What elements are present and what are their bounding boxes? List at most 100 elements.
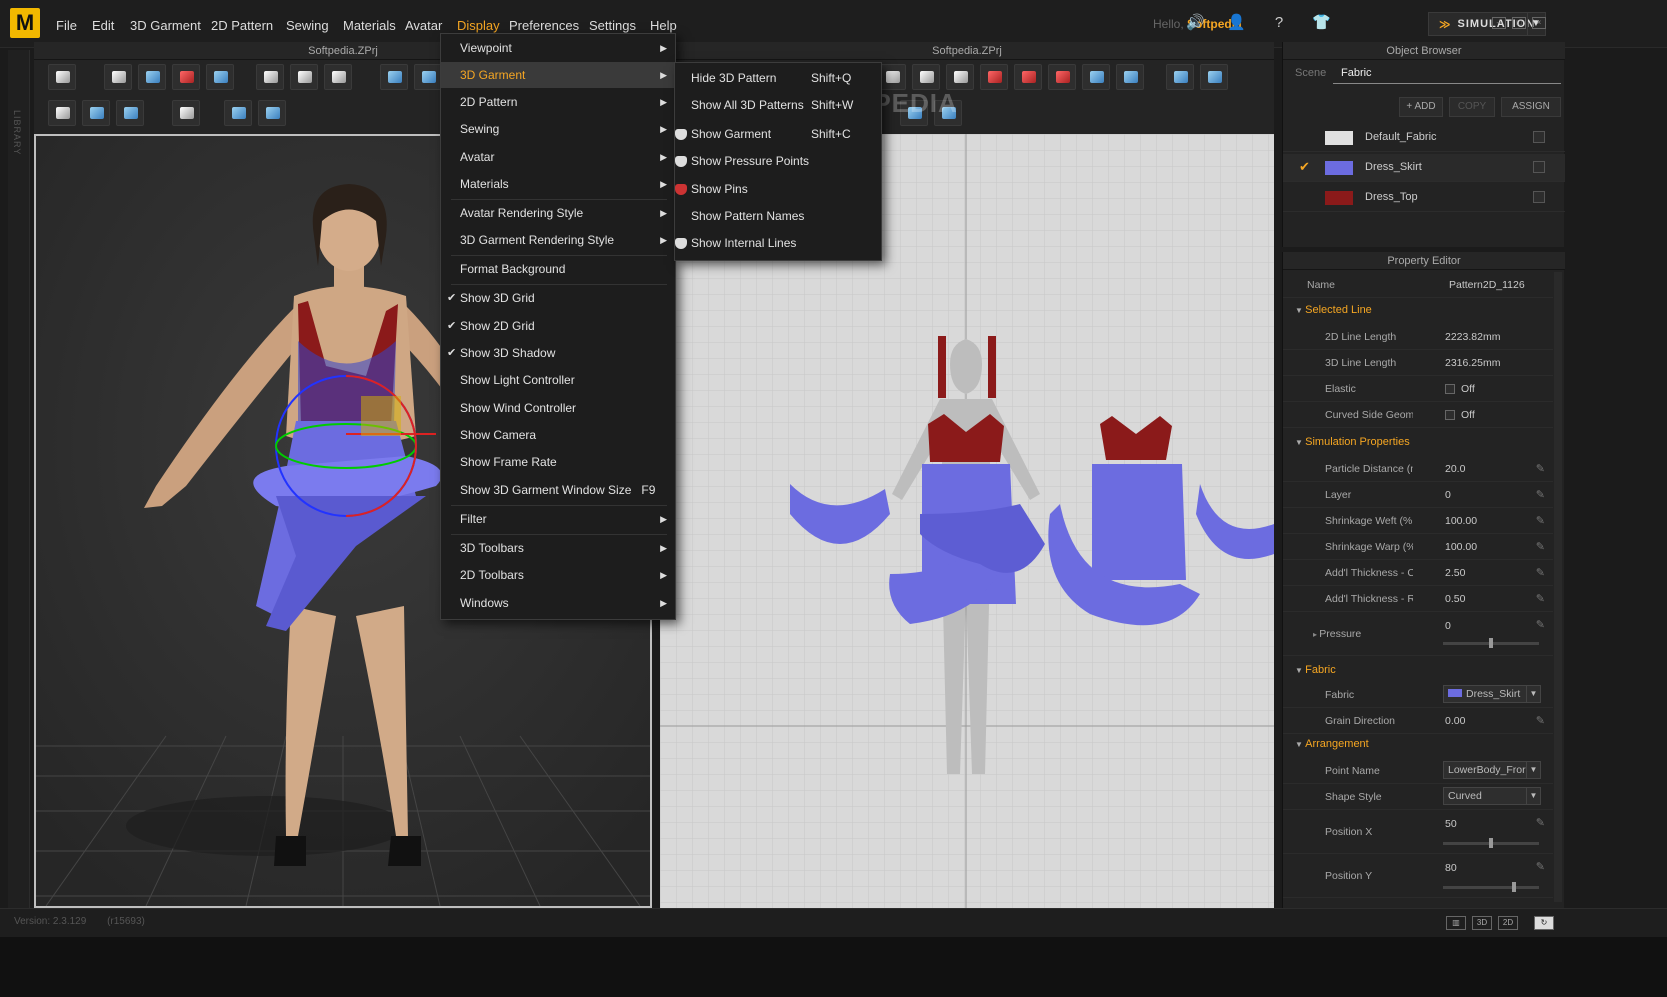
circle-button[interactable] (946, 64, 974, 90)
slider-handle[interactable] (1512, 882, 1516, 892)
menu-help[interactable]: Help (650, 18, 677, 33)
select-pattern-button[interactable] (224, 100, 252, 126)
prop-value[interactable]: 100.00 (1445, 541, 1477, 553)
position-y-slider[interactable] (1443, 882, 1539, 892)
menu-preferences[interactable]: Preferences (509, 18, 579, 33)
section-arrangement[interactable]: Arrangement (1295, 738, 1369, 750)
tack-button[interactable] (290, 64, 318, 90)
pencil-icon[interactable]: ✎ (1536, 540, 1545, 553)
curved-checkbox[interactable]: Off (1445, 409, 1475, 421)
chevron-down-icon[interactable]: ▼ (1526, 788, 1540, 804)
elastic-checkbox[interactable]: Off (1445, 383, 1475, 395)
pencil-icon[interactable]: ✎ (1536, 488, 1545, 501)
select-move-button[interactable] (104, 64, 132, 90)
prop-value[interactable]: 0.00 (1445, 715, 1465, 727)
submenu-item-show-pattern-names[interactable]: Show Pattern Names (675, 203, 881, 229)
prop-value[interactable]: 20.0 (1445, 463, 1465, 475)
fabric-select[interactable]: Dress_Skirt ▼ (1443, 685, 1541, 703)
segment-sewing-button[interactable] (980, 64, 1008, 90)
rectangle-button[interactable] (912, 64, 940, 90)
pencil-icon[interactable]: ✎ (1536, 462, 1545, 475)
pencil-icon[interactable]: ✎ (1536, 592, 1545, 605)
menu-item-show-3d-shadow[interactable]: ✔ Show 3D Shadow (441, 340, 675, 366)
refresh-icon[interactable]: ↻ (1534, 916, 1554, 930)
chevron-down-icon[interactable]: ▼ (1526, 686, 1540, 702)
edit-icon[interactable] (1533, 191, 1545, 203)
fold-arrange-button[interactable] (1082, 64, 1110, 90)
measure-button[interactable] (172, 100, 200, 126)
app-logo[interactable]: M (10, 8, 40, 38)
pencil-icon[interactable]: ✎ (1536, 514, 1545, 527)
free-sewing-button[interactable] (1014, 64, 1042, 90)
trace-button[interactable] (1166, 64, 1194, 90)
prop-value[interactable]: 50 (1445, 818, 1457, 830)
import-button[interactable] (48, 64, 76, 90)
view-3d-button[interactable]: 3D (1472, 916, 1492, 930)
menu-item-show-wind-controller[interactable]: Show Wind Controller (441, 395, 675, 421)
help-icon[interactable]: ? (1270, 14, 1288, 32)
menu-item-materials[interactable]: Materials ▶ (441, 171, 675, 197)
split-view-icon[interactable]: ▥ (1446, 916, 1466, 930)
view-2d-button[interactable]: 2D (1498, 916, 1518, 930)
maximize-icon[interactable]: □ (1512, 17, 1526, 29)
menu-item-windows[interactable]: Windows ▶ (441, 590, 675, 616)
menu-item-3d-toolbars[interactable]: 3D Toolbars ▶ (441, 535, 675, 561)
avatar-pose-button[interactable] (324, 64, 352, 90)
copy-fabric-button[interactable]: COPY (1449, 97, 1495, 117)
chevron-down-icon[interactable]: ▼ (1526, 762, 1540, 778)
prop-value[interactable]: 80 (1445, 862, 1457, 874)
menu-3d-garment[interactable]: 3D Garment (130, 18, 201, 33)
fabric-row[interactable]: Dress_Top (1283, 184, 1565, 212)
pin-button[interactable] (256, 64, 284, 90)
submenu-item-hide-3d-pattern[interactable]: Hide 3D Pattern Shift+Q (675, 65, 881, 91)
prop-value[interactable]: 0.50 (1445, 593, 1465, 605)
menu-item-show-3d-grid[interactable]: ✔ Show 3D Grid (441, 285, 675, 311)
prop-value[interactable]: 2.50 (1445, 567, 1465, 579)
edit-icon[interactable] (1533, 161, 1545, 173)
menu-item-avatar[interactable]: Avatar ▶ (441, 144, 675, 170)
menu-item-filter[interactable]: Filter ▶ (441, 506, 675, 532)
menu-item-3d-garment[interactable]: 3D Garment ▶ (441, 62, 675, 88)
fold-button[interactable] (172, 64, 200, 90)
simulation-button[interactable]: ≫ SIMULATION ▼ (1428, 12, 1546, 36)
prop-value[interactable]: 0 (1445, 620, 1451, 632)
transform-button[interactable] (82, 100, 110, 126)
submenu-item-show-pins[interactable]: Show Pins (675, 176, 881, 202)
menu-item-garment-rendering-style[interactable]: 3D Garment Rendering Style ▶ (441, 227, 675, 253)
edit-icon[interactable] (1533, 131, 1545, 143)
menu-item-format-background[interactable]: Format Background (441, 256, 675, 282)
prop-value[interactable]: 0 (1445, 489, 1451, 501)
menu-item-show-window-size[interactable]: Show 3D Garment Window Size F9 (441, 477, 675, 503)
garment-tool-icon[interactable]: 👕 (1312, 14, 1331, 32)
slider-handle[interactable] (1489, 838, 1493, 848)
menu-file[interactable]: File (56, 18, 77, 33)
close-icon[interactable]: × (1532, 17, 1546, 29)
menu-edit[interactable]: Edit (92, 18, 114, 33)
submenu-item-show-internal-lines[interactable]: Show Internal Lines (675, 230, 881, 256)
edit-sewing-button[interactable] (1048, 64, 1076, 90)
sound-icon[interactable]: 🔊 (1186, 14, 1205, 32)
edit-texture-button[interactable] (48, 100, 76, 126)
grain-button[interactable] (1116, 64, 1144, 90)
pencil-icon[interactable]: ✎ (1536, 714, 1545, 727)
pencil-icon[interactable]: ✎ (1536, 618, 1545, 631)
menu-item-show-2d-grid[interactable]: ✔ Show 2D Grid (441, 313, 675, 339)
menu-item-viewpoint[interactable]: Viewpoint ▶ (441, 35, 675, 61)
prop-value[interactable]: 100.00 (1445, 515, 1477, 527)
minimize-icon[interactable]: – (1492, 17, 1506, 29)
notch-button[interactable] (1200, 64, 1228, 90)
position-x-slider[interactable] (1443, 838, 1539, 848)
user-icon[interactable]: 👤 (1227, 14, 1246, 32)
menu-item-2d-toolbars[interactable]: 2D Toolbars ▶ (441, 562, 675, 588)
tab-scene[interactable]: Scene (1287, 62, 1334, 84)
menu-item-show-frame-rate[interactable]: Show Frame Rate (441, 449, 675, 475)
checkbox-icon[interactable] (1445, 410, 1455, 421)
add-fabric-button[interactable]: + ADD (1399, 97, 1443, 117)
fabric-row[interactable]: ✔ Dress_Skirt (1283, 154, 1565, 182)
assign-fabric-button[interactable]: ASSIGN (1501, 97, 1561, 117)
menu-materials[interactable]: Materials (343, 18, 396, 33)
grid-button[interactable] (116, 100, 144, 126)
slider-handle[interactable] (1489, 638, 1493, 648)
pencil-icon[interactable]: ✎ (1536, 816, 1545, 829)
menu-item-2d-pattern[interactable]: 2D Pattern ▶ (441, 89, 675, 115)
